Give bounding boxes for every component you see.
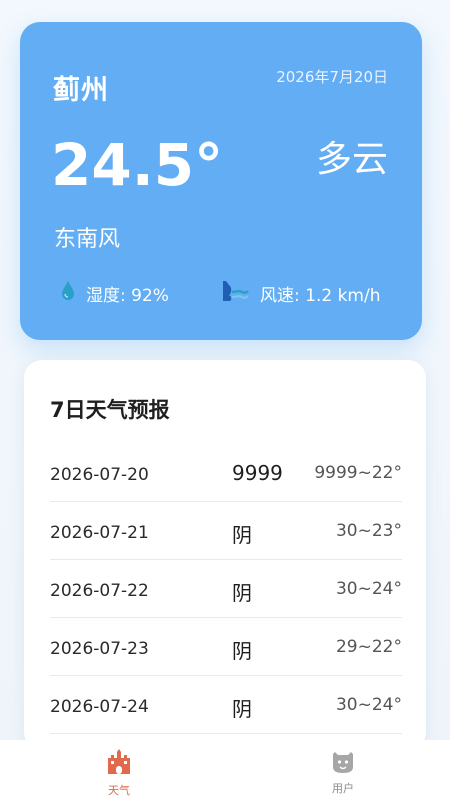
forecast-weather: 9999 [232, 461, 283, 485]
user-face-icon [330, 748, 356, 778]
forecast-row[interactable]: 2026-07-23 阴 29~22° [50, 618, 402, 676]
forecast-weather: 阴 [232, 697, 252, 721]
tab-weather-label: 天气 [108, 784, 130, 797]
humidity-text: 湿度: 92% [86, 285, 169, 306]
water-drop-icon [60, 280, 76, 307]
forecast-date: 2026-07-20 [50, 465, 149, 485]
city-name: 蓟州 [53, 75, 109, 106]
current-weather-card: 蓟州 2026年7月20日 24.5° 多云 东南风 湿度: 92% 风速: 1… [20, 22, 422, 340]
tab-user-label: 用户 [332, 782, 354, 795]
forecast-date: 2026-07-23 [50, 639, 149, 659]
forecast-temp-range: 30~24° [335, 579, 402, 599]
tab-user[interactable]: 用户 [298, 748, 388, 796]
forecast-row[interactable]: 2026-07-21 阴 30~23° [50, 502, 402, 560]
wind-speed-stat: 风速: 1.2 km/h [220, 280, 380, 306]
forecast-row[interactable]: 2026-07-20 9999 9999~22° [50, 444, 402, 502]
castle-icon [106, 748, 132, 780]
forecast-weather: 阴 [232, 523, 252, 547]
wind-direction: 东南风 [54, 227, 121, 252]
forecast-temp-range: 29~22° [335, 637, 402, 657]
forecast-temp-range: 30~24° [335, 695, 402, 715]
forecast-card: 7日天气预报 2026-07-20 9999 9999~22° 2026-07-… [24, 360, 426, 750]
current-date: 2026年7月20日 [276, 68, 388, 86]
bottom-tab-bar: 天气 用户 [0, 740, 450, 800]
forecast-weather: 阴 [232, 639, 252, 663]
tab-weather[interactable]: 天气 [74, 748, 164, 798]
forecast-date: 2026-07-21 [50, 523, 149, 543]
humidity-stat: 湿度: 92% [60, 280, 169, 306]
forecast-title: 7日天气预报 [50, 398, 170, 422]
wind-icon [220, 279, 250, 308]
forecast-temp-range: 9999~22° [314, 463, 402, 483]
forecast-date: 2026-07-24 [50, 697, 149, 717]
weather-condition: 多云 [315, 139, 388, 180]
forecast-row[interactable]: 2026-07-22 阴 30~24° [50, 560, 402, 618]
forecast-date: 2026-07-22 [50, 581, 149, 601]
forecast-list: 2026-07-20 9999 9999~22° 2026-07-21 阴 30… [50, 444, 402, 734]
current-temperature: 24.5° [51, 131, 224, 199]
wind-speed-text: 风速: 1.2 km/h [260, 285, 381, 306]
forecast-row[interactable]: 2026-07-24 阴 30~24° [50, 676, 402, 734]
forecast-weather: 阴 [232, 581, 252, 605]
forecast-temp-range: 30~23° [335, 521, 402, 541]
